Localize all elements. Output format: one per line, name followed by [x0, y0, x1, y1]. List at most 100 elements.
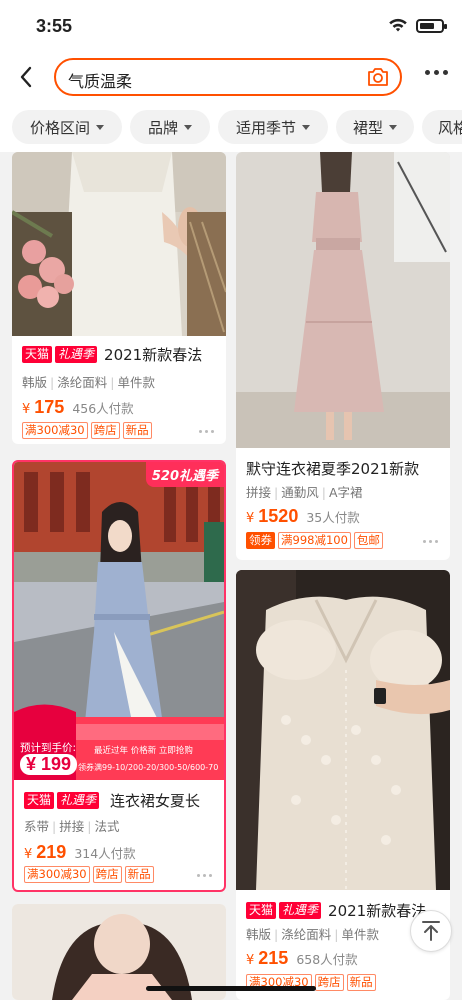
- attribute: 拼接: [59, 819, 85, 834]
- product-attributes: 韩版 | 涤纶面料 | 单件款: [246, 927, 379, 942]
- product-title: 2021新款春法: [104, 346, 203, 364]
- attribute: 涤纶面料: [57, 375, 108, 390]
- card-more-button[interactable]: [197, 874, 212, 877]
- promo-tags: 满300减30 跨店 新品: [24, 866, 154, 883]
- price-row: ¥215 658人付款: [246, 948, 358, 969]
- caret-down-icon: [184, 124, 192, 130]
- sold-count: 658人付款: [296, 952, 358, 967]
- promo-tags: 满300减30 跨店 新品: [22, 422, 152, 439]
- filter-bar: 价格区间 品牌 适用季节 裙型 风格: [0, 102, 462, 152]
- caret-down-icon: [96, 124, 104, 130]
- search-query: 气质温柔: [68, 72, 133, 91]
- attribute: A字裙: [328, 485, 363, 500]
- chevron-left-icon: [20, 66, 32, 88]
- wifi-icon: [389, 18, 407, 32]
- filter-skirt-type[interactable]: 裙型: [336, 110, 414, 144]
- attribute: 涤纶面料: [281, 927, 332, 942]
- festival-badge: 礼遇季: [55, 346, 98, 363]
- product-card[interactable]: 默守连衣裙夏季2021新款 拼接 | 通勤风 | A字裙 ¥1520 35人付款 领券 满…: [236, 152, 450, 560]
- promo-tag: 新品: [124, 866, 154, 883]
- back-to-top-button[interactable]: [410, 910, 452, 952]
- product-image: [14, 462, 224, 780]
- currency-symbol: ¥: [22, 402, 31, 417]
- camera-search-button[interactable]: [366, 66, 390, 88]
- filter-label: 价格区间: [29, 118, 90, 137]
- price-row: ¥175 456人付款: [22, 397, 134, 418]
- product-title: 默守连衣裙夏季2021新款: [246, 460, 420, 478]
- filter-label: 适用季节: [235, 118, 296, 137]
- product-attributes: 韩版 | 涤纶面料 | 单件款: [22, 375, 155, 390]
- product-title: 连衣裙女夏长: [110, 792, 201, 810]
- promo-tag: 跨店: [314, 974, 344, 991]
- status-icons: [388, 18, 447, 33]
- price-row: ¥219 314人付款: [24, 842, 136, 863]
- sold-count: 35人付款: [306, 510, 360, 525]
- currency-symbol: ¥: [246, 511, 255, 526]
- festival-badge: 礼遇季: [279, 902, 322, 919]
- currency-symbol: ¥: [24, 847, 33, 862]
- status-bar: 3:55: [0, 0, 462, 52]
- coupon-tag: 领券: [246, 532, 275, 549]
- dot-icon: [434, 70, 439, 75]
- filter-season[interactable]: 适用季节: [218, 110, 328, 144]
- filter-price-range[interactable]: 价格区间: [12, 110, 122, 144]
- product-attributes: 拼接 | 通勤风 | A字裙: [246, 485, 363, 500]
- attribute: 单件款: [341, 927, 379, 942]
- product-image: [236, 570, 450, 890]
- attribute: 系带: [24, 819, 50, 834]
- product-image: [12, 152, 226, 336]
- tmall-badge: 天猫: [246, 902, 277, 919]
- status-time: 3:55: [36, 16, 73, 36]
- attribute: 韩版: [246, 927, 272, 942]
- tmall-badge: 天猫: [22, 346, 53, 363]
- filter-label: 裙型: [352, 118, 383, 137]
- estimated-price: ¥ 199: [20, 754, 78, 775]
- attribute: 通勤风: [281, 485, 319, 500]
- card-more-button[interactable]: [423, 540, 438, 543]
- price-row: ¥1520 35人付款: [246, 506, 360, 527]
- currency-symbol: ¥: [246, 953, 255, 968]
- card-more-button[interactable]: [199, 430, 214, 433]
- promo-tag: 满998减100: [278, 532, 351, 549]
- home-indicator[interactable]: [146, 986, 316, 991]
- dot-icon: [425, 70, 430, 75]
- product-attributes: 系带 | 拼接 | 法式: [24, 819, 120, 834]
- back-button[interactable]: [12, 62, 40, 92]
- filter-style[interactable]: 风格: [422, 110, 462, 144]
- product-price: 1520: [258, 506, 299, 526]
- camera-icon: [368, 68, 388, 86]
- battery-icon: [416, 18, 447, 33]
- promo-banner-line2: 领券满99-10/200-20/300-50/600-70: [78, 763, 219, 772]
- product-card[interactable]: 天猫 礼遇季 2021新款春法 韩版 | 涤纶面料 | 单件款 ¥175 456人付款 满…: [12, 152, 226, 444]
- promo-tag: 跨店: [92, 866, 122, 883]
- sold-count: 456人付款: [72, 401, 134, 416]
- more-options-button[interactable]: [425, 70, 448, 75]
- promo-tag: 包邮: [353, 532, 383, 549]
- caret-down-icon: [389, 124, 397, 130]
- search-input[interactable]: 气质温柔: [54, 58, 402, 96]
- promo-tags: 领券 满998减100 包邮: [246, 532, 383, 549]
- arrow-up-to-top-icon: [422, 921, 440, 941]
- festival-badge: 礼遇季: [57, 792, 100, 809]
- promo-tag: 跨店: [90, 422, 120, 439]
- filter-brand[interactable]: 品牌: [130, 110, 210, 144]
- sold-count: 314人付款: [74, 846, 136, 861]
- product-price: 215: [258, 948, 289, 968]
- attribute: 韩版: [22, 375, 48, 390]
- product-image: [236, 152, 450, 448]
- product-price: 175: [34, 397, 65, 417]
- promo-tag: 满300减30: [22, 422, 88, 439]
- tmall-badge: 天猫: [24, 792, 55, 809]
- promo-banner-line1: 最近过年 价格新 立即抢购: [94, 746, 193, 756]
- festival-corner-badge: 520礼遇季: [145, 462, 224, 487]
- product-card[interactable]: 520礼遇季 预计到手价: ¥ 199 最近过年 价格新 立即抢购 领券满99-…: [12, 460, 226, 892]
- promo-tag: 新品: [122, 422, 152, 439]
- caret-down-icon: [302, 124, 310, 130]
- attribute: 拼接: [246, 485, 272, 500]
- promo-tag: 新品: [346, 974, 376, 991]
- attribute: 单件款: [117, 375, 155, 390]
- product-title: 2021新款春法: [328, 902, 427, 920]
- estimated-price-label: 预计到手价:: [20, 742, 77, 754]
- product-title-row: 天猫 礼遇季 连衣裙女夏长: [24, 790, 200, 811]
- attribute: 法式: [94, 819, 120, 834]
